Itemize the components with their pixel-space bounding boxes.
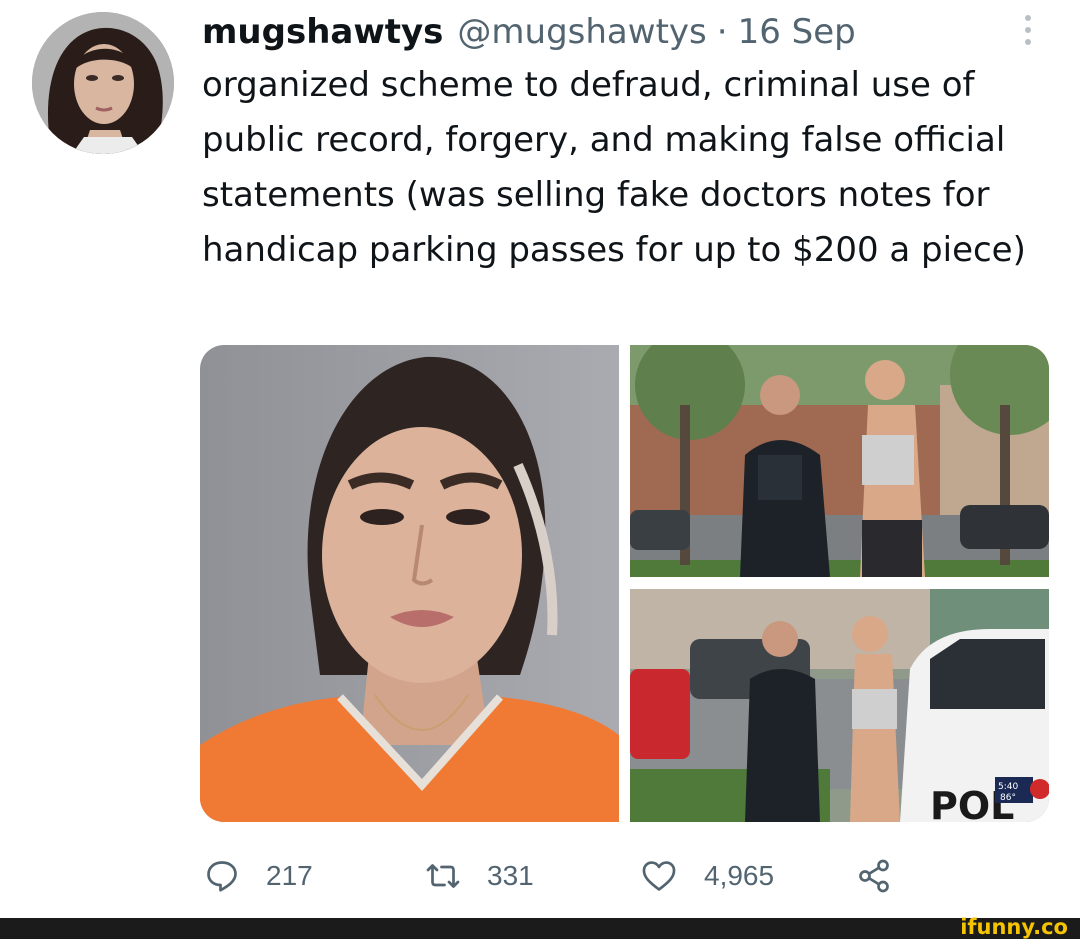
mugshot-photo[interactable] bbox=[200, 345, 619, 822]
retweet-count: 331 bbox=[487, 860, 534, 891]
media-grid: POL 5:40 86° bbox=[200, 345, 1049, 822]
avatar[interactable] bbox=[32, 12, 174, 154]
avatar-image bbox=[32, 12, 174, 154]
retweet-icon bbox=[426, 864, 460, 888]
reply-button[interactable]: 217 bbox=[204, 850, 313, 902]
tweet-text: organized scheme to defraud, criminal us… bbox=[202, 65, 1026, 270]
heart-icon bbox=[642, 861, 676, 891]
user-handle[interactable]: @mugshawtys bbox=[457, 12, 706, 52]
display-name[interactable]: mugshawtys bbox=[202, 12, 443, 52]
separator-dot: · bbox=[716, 12, 728, 52]
reply-count: 217 bbox=[266, 860, 313, 891]
footer-bar: ifunny.co bbox=[0, 915, 1080, 939]
ifunny-watermark: ifunny.co bbox=[960, 915, 1068, 939]
more-vertical-icon[interactable] bbox=[1016, 10, 1040, 50]
news-badge-time: 5:40 bbox=[998, 782, 1018, 792]
arrest-photo-top[interactable] bbox=[630, 345, 1049, 577]
reply-icon bbox=[207, 861, 237, 892]
tweet-header: mugshawtys @mugshawtys · 16 Sep bbox=[202, 8, 856, 56]
tweet-action-bar: 217 331 4,965 bbox=[200, 850, 920, 902]
news-badge-temp: 86° bbox=[1000, 793, 1016, 803]
share-button[interactable] bbox=[856, 850, 892, 902]
retweet-button[interactable]: 331 bbox=[425, 850, 534, 902]
like-count: 4,965 bbox=[704, 860, 775, 891]
tweet-date[interactable]: 16 Sep bbox=[738, 12, 856, 52]
like-button[interactable]: 4,965 bbox=[640, 850, 774, 902]
share-icon bbox=[859, 859, 889, 893]
arrest-photo-bottom[interactable]: POL 5:40 86° bbox=[630, 589, 1049, 822]
